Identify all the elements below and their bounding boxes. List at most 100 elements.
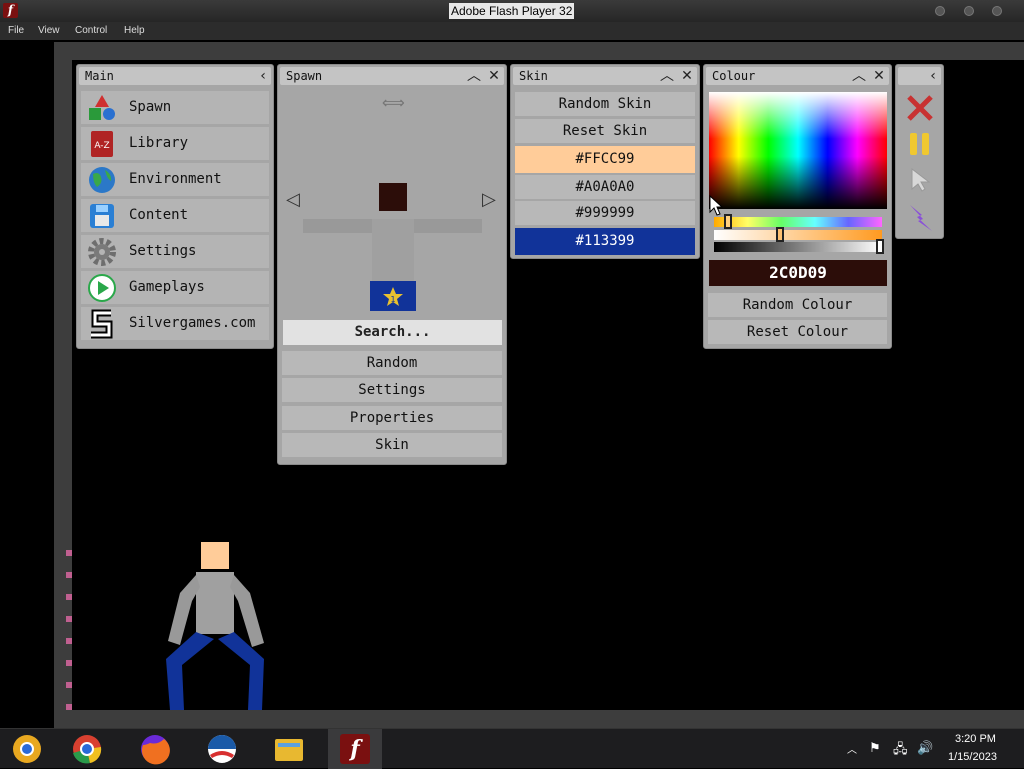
skin-panel-title: Skin (519, 69, 548, 83)
clock-time[interactable]: 3:20 PM (955, 733, 996, 745)
spawn-skin-button[interactable]: Skin (282, 433, 502, 457)
main-item-label: Gameplays (129, 279, 205, 295)
collapse-left-icon[interactable]: ‹ (255, 67, 271, 85)
colour-panel: Colour ︿ ✕ 2C0D09 Random Colour Reset Co… (703, 64, 892, 349)
close-x-icon[interactable] (905, 93, 935, 123)
action-center-flag-icon[interactable]: ⚑ (869, 740, 881, 756)
reset-colour-button[interactable]: Reset Colour (708, 320, 887, 344)
reset-skin-button[interactable]: Reset Skin (515, 119, 695, 143)
close-panel-icon[interactable]: ✕ (871, 67, 887, 85)
flash-player-icon: f (340, 734, 370, 764)
window-title: Adobe Flash Player 32 (449, 3, 575, 19)
file-explorer-icon[interactable] (272, 733, 306, 765)
volume-icon[interactable]: 🔊 (917, 740, 933, 756)
main-item-gameplays[interactable]: Gameplays (81, 271, 269, 304)
random-colour-button[interactable]: Random Colour (708, 293, 887, 317)
collapse-left-icon[interactable]: ‹ (925, 67, 941, 85)
chrome-icon[interactable] (70, 733, 104, 765)
close-panel-icon[interactable]: ✕ (679, 67, 695, 85)
main-item-label: Environment (129, 171, 222, 187)
character-preview: 1 (303, 183, 482, 311)
skin-panel-header: Skin ︿ ✕ (513, 67, 697, 85)
skin-swatch-head[interactable]: #FFCC99 (515, 146, 695, 173)
saturation-slider-handle[interactable] (776, 227, 784, 242)
network-icon[interactable]: 🖧 (893, 740, 908, 762)
main-item-library[interactable]: A-Z Library (81, 127, 269, 160)
spawn-panel-title: Spawn (286, 69, 323, 83)
resize-arrow-icon[interactable]: ⟺ (382, 93, 405, 112)
skin-panel: Skin ︿ ✕ Random Skin Reset Skin #FFCC99 … (510, 64, 700, 259)
close-panel-icon[interactable]: ✕ (486, 67, 502, 85)
book-az-icon: A-Z (91, 131, 113, 157)
svg-text:A-Z: A-Z (94, 141, 109, 151)
chrome-canary-icon[interactable] (10, 733, 44, 765)
main-panel: Main ‹ Spawn A-Z Library Environment Con… (76, 64, 274, 349)
search-input[interactable]: Search... (283, 320, 502, 345)
taskbar: f ︿ ⚑ 🖧 🔊 3:20 PM 1/15/2023 (0, 728, 1024, 769)
next-arrow-icon[interactable]: ▷ (482, 189, 496, 210)
tools-panel-header: ‹ (898, 67, 941, 85)
silvergames-logo-icon (91, 309, 113, 339)
skin-swatch-torso[interactable]: #A0A0A0 (515, 175, 695, 199)
firefox-icon[interactable] (138, 733, 172, 765)
main-panel-title: Main (85, 69, 114, 83)
previous-arrow-icon[interactable]: ◁ (286, 189, 300, 210)
main-item-silvergames[interactable]: Silvergames.com (81, 307, 269, 340)
main-item-content[interactable]: Content (81, 199, 269, 232)
main-item-spawn[interactable]: Spawn (81, 91, 269, 124)
gear-icon (88, 238, 116, 266)
brightness-slider[interactable] (714, 242, 882, 252)
hex-colour-value[interactable]: 2C0D09 (709, 260, 887, 286)
minimize-panel-icon[interactable]: ︿ (466, 67, 482, 85)
mouse-cursor-icon (709, 195, 723, 216)
menu-view[interactable]: View (38, 25, 60, 36)
spawn-random-button[interactable]: Random (282, 351, 502, 375)
hue-slider-handle[interactable] (724, 214, 732, 229)
spawn-properties-button[interactable]: Properties (282, 406, 502, 430)
flash-app-icon: f (3, 3, 18, 18)
play-icon (88, 274, 116, 302)
pink-particles (66, 550, 72, 710)
saturation-slider[interactable] (714, 230, 882, 240)
colour-picker-spectrum[interactable] (709, 92, 887, 209)
hue-slider[interactable] (714, 217, 882, 227)
main-item-label: Content (129, 207, 189, 223)
clock-date[interactable]: 1/15/2023 (948, 751, 997, 763)
pause-icon[interactable] (908, 131, 932, 157)
colour-panel-title: Colour (712, 69, 756, 83)
globe-icon (89, 167, 115, 193)
brightness-slider-handle[interactable] (876, 239, 884, 254)
minimize-panel-icon[interactable]: ︿ (851, 67, 867, 85)
shapes-icon (89, 95, 115, 120)
menu-file[interactable]: File (8, 25, 24, 36)
character-badge-number: 1 (390, 295, 395, 304)
main-item-label: Settings (129, 243, 197, 259)
main-panel-header: Main ‹ (79, 67, 271, 85)
skin-swatch-arms[interactable]: #999999 (515, 201, 695, 225)
obama-logo-icon[interactable] (205, 733, 239, 765)
maximize-button[interactable] (964, 6, 974, 16)
main-item-settings[interactable]: Settings (81, 235, 269, 268)
spawn-settings-button[interactable]: Settings (282, 378, 502, 402)
close-button[interactable] (992, 6, 1002, 16)
main-item-label: Spawn (129, 99, 172, 115)
menu-control[interactable]: Control (75, 25, 107, 36)
main-item-environment[interactable]: Environment (81, 163, 269, 196)
skin-swatch-legs[interactable]: #113399 (515, 228, 695, 255)
flash-taskbar-button-active[interactable]: f (328, 729, 382, 769)
spawn-panel: Spawn ︿ ✕ ⟺ ◁ ▷ 1 Search... Random Setti… (277, 64, 507, 465)
tools-panel: ‹ (895, 64, 944, 239)
random-skin-button[interactable]: Random Skin (515, 92, 695, 116)
main-item-label: Library (129, 135, 189, 151)
show-hidden-icons-icon[interactable]: ︿ (847, 741, 857, 756)
spawn-panel-header: Spawn ︿ ✕ (280, 67, 504, 85)
menu-help[interactable]: Help (124, 25, 145, 36)
lightning-icon[interactable] (906, 203, 936, 233)
ragdoll-character[interactable] (152, 535, 272, 710)
title-bar: f Adobe Flash Player 32 (0, 0, 1024, 22)
minimize-panel-icon[interactable]: ︿ (659, 67, 675, 85)
main-item-label: Silvergames.com (129, 315, 256, 331)
menu-bar: File View Control Help (0, 22, 1024, 40)
cursor-icon[interactable] (910, 167, 932, 193)
minimize-button[interactable] (935, 6, 945, 16)
